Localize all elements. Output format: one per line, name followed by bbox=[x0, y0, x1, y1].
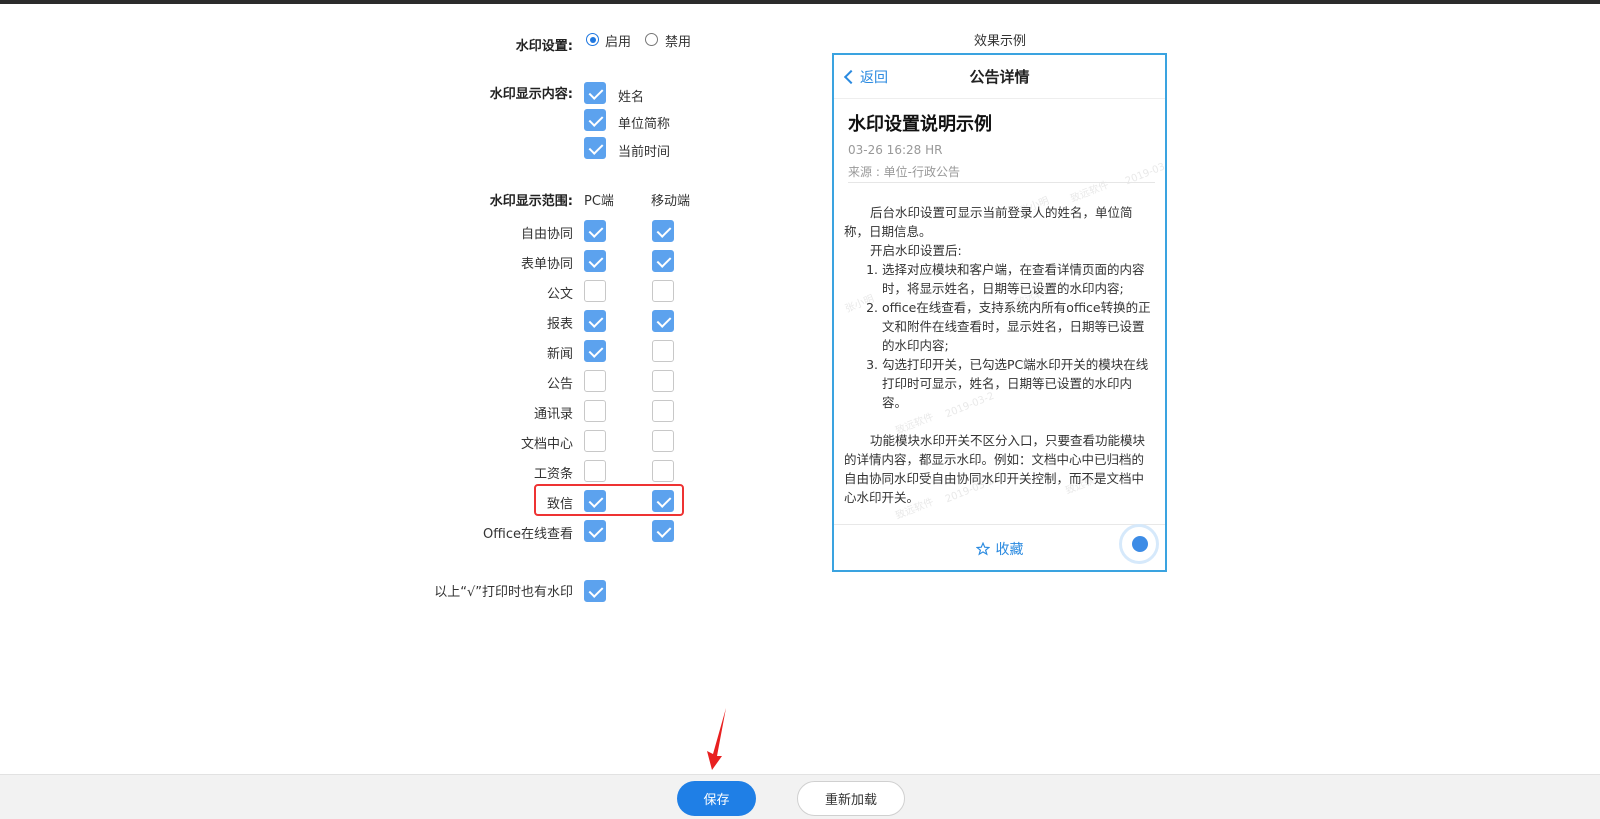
scope-pc-checkbox[interactable] bbox=[584, 430, 606, 452]
scope-pc-checkbox[interactable] bbox=[584, 250, 606, 272]
preview-nav-title: 公告详情 bbox=[969, 68, 1030, 86]
scope-pc-checkbox[interactable] bbox=[584, 310, 606, 332]
content-unit-label: 单位简称 bbox=[618, 117, 671, 132]
preview-nav-bar: 返回 公告详情 bbox=[834, 55, 1165, 99]
favorite-button[interactable]: 收藏 bbox=[834, 539, 1165, 559]
scope-row-label: 表单协同 bbox=[520, 257, 573, 272]
watermark-setting-label: 水印设置: bbox=[515, 39, 573, 54]
article-open-after: 开启水印设置后: bbox=[870, 243, 962, 258]
content-time-checkbox[interactable] bbox=[584, 137, 606, 159]
article-note: 功能模块水印开关不区分入口，只要查看功能模块的详情内容，都显示水印。例如：文档中… bbox=[844, 433, 1146, 505]
annotation-arrow-icon bbox=[707, 708, 726, 770]
scope-mobile-checkbox[interactable] bbox=[652, 280, 674, 302]
article-meta-source: 来源 : 单位-行政公告 bbox=[848, 165, 961, 179]
scope-mobile-checkbox[interactable] bbox=[652, 370, 674, 392]
scope-mobile-checkbox[interactable] bbox=[652, 220, 674, 242]
favorite-label: 收藏 bbox=[995, 542, 1024, 558]
article-meta-time: 03-26 16:28 HR bbox=[848, 143, 943, 157]
content-unit-checkbox[interactable] bbox=[584, 109, 606, 131]
scope-mobile-checkbox[interactable] bbox=[652, 310, 674, 332]
scope-row-label: 致信 bbox=[546, 497, 573, 512]
chat-float-icon[interactable] bbox=[1119, 524, 1159, 564]
content-time-label: 当前时间 bbox=[618, 145, 671, 160]
scope-row-label: 报表 bbox=[546, 317, 573, 332]
content-name-checkbox[interactable] bbox=[584, 82, 606, 104]
scope-pc-checkbox[interactable] bbox=[584, 340, 606, 362]
article-list: 选择对应模块和客户端，在查看详情页面的内容时，将显示姓名，日期等已设置的水印内容… bbox=[844, 260, 1155, 412]
display-content-label: 水印显示内容: bbox=[489, 87, 573, 102]
display-scope-label: 水印显示范围: bbox=[489, 194, 573, 209]
disable-radio-label[interactable]: 禁用 bbox=[665, 31, 691, 50]
scope-pc-checkbox[interactable] bbox=[584, 400, 606, 422]
print-watermark-label: 以上“√”打印时也有水印 bbox=[434, 585, 573, 600]
scope-pc-checkbox[interactable] bbox=[584, 280, 606, 302]
scope-row-label: Office在线查看 bbox=[483, 527, 573, 542]
col-mobile-header: 移动端 bbox=[651, 194, 691, 209]
print-watermark-checkbox[interactable] bbox=[584, 580, 606, 602]
content-name-label: 姓名 bbox=[618, 90, 645, 105]
scope-row-label: 公告 bbox=[546, 377, 573, 392]
preview-title: 效果示例 bbox=[973, 34, 1026, 49]
scope-mobile-checkbox[interactable] bbox=[652, 490, 674, 512]
save-button[interactable]: 保存 bbox=[677, 781, 756, 816]
disable-radio[interactable] bbox=[645, 33, 658, 46]
enable-radio-label[interactable]: 启用 bbox=[605, 31, 631, 50]
col-pc-header: PC端 bbox=[584, 194, 614, 209]
scope-mobile-checkbox[interactable] bbox=[652, 430, 674, 452]
scope-mobile-checkbox[interactable] bbox=[652, 340, 674, 362]
list-item: 勾选打印开关，已勾选PC端水印开关的模块在线打印时可显示，姓名，日期等已设置的水… bbox=[882, 355, 1155, 412]
scope-pc-checkbox[interactable] bbox=[584, 220, 606, 242]
scope-mobile-checkbox[interactable] bbox=[652, 400, 674, 422]
list-item: office在线查看，支持系统内所有office转换的正文和附件在线查看时，显示… bbox=[882, 298, 1155, 355]
preview-footer: 收藏 bbox=[834, 524, 1165, 570]
list-item: 选择对应模块和客户端，在查看详情页面的内容时，将显示姓名，日期等已设置的水印内容… bbox=[882, 260, 1155, 298]
scope-row-label: 文档中心 bbox=[520, 437, 573, 452]
reload-button[interactable]: 重新加载 bbox=[797, 781, 905, 816]
scope-row-label: 新闻 bbox=[546, 347, 573, 362]
scope-mobile-checkbox[interactable] bbox=[652, 250, 674, 272]
article-title: 水印设置说明示例 bbox=[848, 114, 992, 135]
watermark-text: 致远软件 bbox=[1069, 179, 1111, 205]
divider bbox=[848, 182, 1155, 183]
scope-pc-checkbox[interactable] bbox=[584, 370, 606, 392]
preview-phone: 张小明 致远软件 2019-03-2 张小明 致远软件 致远软件 2019-03… bbox=[832, 53, 1167, 572]
article-intro: 后台水印设置可显示当前登录人的姓名，单位简称，日期信息。 bbox=[844, 205, 1133, 239]
scope-mobile-checkbox[interactable] bbox=[652, 520, 674, 542]
article-body: 后台水印设置可显示当前登录人的姓名，单位简称，日期信息。 开启水印设置后: 选择… bbox=[844, 203, 1155, 507]
scope-pc-checkbox[interactable] bbox=[584, 460, 606, 482]
top-bar bbox=[0, 0, 1600, 4]
scope-pc-checkbox[interactable] bbox=[584, 520, 606, 542]
scope-mobile-checkbox[interactable] bbox=[652, 460, 674, 482]
star-icon bbox=[975, 541, 990, 556]
enable-radio[interactable] bbox=[586, 33, 599, 46]
scope-row-label: 通讯录 bbox=[533, 407, 573, 422]
scope-row-label: 工资条 bbox=[533, 467, 573, 482]
scope-pc-checkbox[interactable] bbox=[584, 490, 606, 512]
scope-row-label: 自由协同 bbox=[520, 227, 573, 242]
scope-row-label: 公文 bbox=[546, 287, 573, 302]
